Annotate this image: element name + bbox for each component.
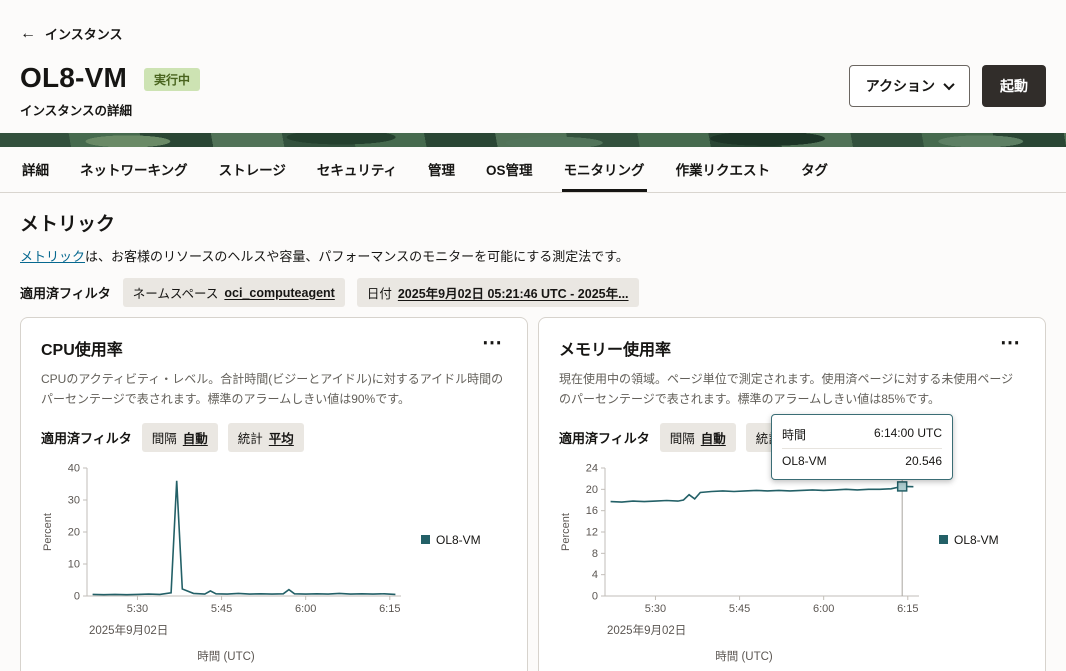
svg-text:6:00: 6:00 — [295, 603, 316, 615]
tab-details[interactable]: 詳細 — [20, 147, 51, 192]
svg-text:6:15: 6:15 — [897, 603, 918, 615]
svg-text:30: 30 — [68, 494, 80, 506]
svg-text:Percent: Percent — [42, 513, 54, 551]
back-arrow-icon: ← — [20, 26, 36, 42]
applied-filters-label: 適用済フィルタ — [41, 428, 132, 447]
applied-filters-row: 適用済フィルタ ネームスペース oci_computeagent 日付 2025… — [20, 278, 1046, 307]
svg-text:20: 20 — [586, 483, 598, 495]
svg-text:6:00: 6:00 — [813, 603, 834, 615]
svg-text:20: 20 — [68, 526, 80, 538]
tab-networking[interactable]: ネットワーキング — [78, 147, 190, 192]
svg-text:5:30: 5:30 — [645, 603, 666, 615]
legend-label: OL8-VM — [436, 533, 481, 547]
svg-text:5:45: 5:45 — [211, 603, 232, 615]
tooltip-row: 時間 6:14:00 UTC — [782, 421, 942, 448]
card-description: CPUのアクティビティ・レベル。合計時間(ビジーとアイドル)に対するアイドル時間… — [41, 370, 507, 410]
filter-chip-statistic[interactable]: 統計 平均 — [228, 423, 304, 452]
tooltip-row: OL8-VM 20.546 — [782, 448, 942, 473]
tooltip-label: 時間 — [782, 426, 806, 443]
back-button[interactable]: ← インスタンス — [20, 24, 122, 43]
chart-xaxis-label: 時間 (UTC) — [41, 648, 411, 664]
metrics-heading: メトリック — [20, 209, 1046, 236]
svg-text:5:45: 5:45 — [729, 603, 750, 615]
metric-card-cpu: CPU使用率 ⋯ CPUのアクティビティ・レベル。合計時間(ビジーとアイドル)に… — [20, 317, 528, 671]
filter-chip-date[interactable]: 日付 2025年9月02日 05:21:46 UTC - 2025年... — [357, 278, 639, 307]
legend-label: OL8-VM — [954, 533, 999, 547]
svg-text:5:30: 5:30 — [127, 603, 148, 615]
tooltip-label: OL8-VM — [782, 454, 827, 468]
actions-button[interactable]: アクション — [849, 65, 970, 107]
filter-chip-namespace[interactable]: ネームスペース oci_computeagent — [123, 278, 345, 307]
tab-security[interactable]: セキュリティ — [315, 147, 399, 192]
svg-text:12: 12 — [586, 526, 598, 538]
chart-tooltip: 時間 6:14:00 UTC OL8-VM 20.546 — [771, 414, 953, 480]
svg-text:8: 8 — [592, 547, 598, 559]
chart-date-label: 2025年9月02日 — [607, 622, 1025, 638]
tab-os-management[interactable]: OS管理 — [484, 147, 535, 192]
chip-value: 自動 — [183, 428, 208, 447]
tab-work-requests[interactable]: 作業リクエスト — [674, 147, 773, 192]
chip-label: 統計 — [238, 428, 263, 447]
metrics-intro: メトリックは、お客様のリソースのヘルスや容量、パフォーマンスのモニターを可能にす… — [20, 246, 1046, 265]
ellipsis-icon: ⋯ — [1000, 332, 1021, 354]
tab-tags[interactable]: タグ — [799, 147, 830, 192]
chart-legend: OL8-VM — [421, 533, 481, 547]
filter-chip-interval[interactable]: 間隔 自動 — [142, 423, 218, 452]
chip-value: 平均 — [269, 428, 294, 447]
chart-xaxis-label: 時間 (UTC) — [559, 648, 929, 664]
legend-swatch — [421, 535, 430, 544]
svg-text:6:15: 6:15 — [379, 603, 400, 615]
tab-storage[interactable]: ストレージ — [217, 147, 288, 192]
ellipsis-icon: ⋯ — [482, 332, 503, 354]
svg-text:24: 24 — [586, 462, 598, 474]
filter-chip-interval[interactable]: 間隔 自動 — [660, 423, 736, 452]
applied-filters-label: 適用済フィルタ — [559, 428, 650, 447]
card-title: メモリー使用率 — [559, 336, 671, 360]
svg-text:10: 10 — [68, 558, 80, 570]
page-title: OL8-VM — [20, 63, 132, 93]
svg-text:0: 0 — [592, 590, 598, 602]
chip-value: oci_computeagent — [224, 286, 334, 300]
chip-value: 自動 — [701, 428, 726, 447]
applied-filters-label: 適用済フィルタ — [20, 283, 111, 302]
svg-text:4: 4 — [592, 569, 598, 581]
svg-text:Percent: Percent — [560, 513, 572, 551]
svg-text:0: 0 — [74, 590, 80, 602]
card-menu-button[interactable]: ⋯ — [996, 336, 1025, 350]
card-description: 現在使用中の領域。ページ単位で測定されます。使用済ページに対する未使用ページのパ… — [559, 370, 1025, 410]
chip-label: 間隔 — [152, 428, 177, 447]
status-badge: 実行中 — [144, 68, 200, 91]
legend-swatch — [939, 535, 948, 544]
metrics-intro-text: は、お客様のリソースのヘルスや容量、パフォーマンスのモニターを可能にする測定法で… — [85, 249, 629, 264]
chart-legend: OL8-VM — [939, 533, 999, 547]
chevron-down-icon — [943, 79, 954, 90]
memory-utilization-chart[interactable]: 0 4 8 12 16 20 24 5:30 5:45 6:00 6:15 Percent — [559, 460, 929, 620]
svg-text:16: 16 — [586, 505, 598, 517]
card-menu-button[interactable]: ⋯ — [478, 336, 507, 350]
start-button[interactable]: 起動 — [982, 65, 1046, 107]
chart-date-label: 2025年9月02日 — [89, 622, 507, 638]
tab-bar: 詳細 ネットワーキング ストレージ セキュリティ 管理 OS管理 モニタリング … — [0, 147, 1066, 193]
tab-management[interactable]: 管理 — [426, 147, 457, 192]
metric-card-memory: メモリー使用率 ⋯ 現在使用中の領域。ページ単位で測定されます。使用済ページに対… — [538, 317, 1046, 671]
metrics-link[interactable]: メトリック — [20, 249, 85, 264]
chip-value: 2025年9月02日 05:21:46 UTC - 2025年... — [398, 283, 629, 302]
card-title: CPU使用率 — [41, 336, 123, 360]
tooltip-value: 20.546 — [905, 454, 942, 468]
page-subtitle: インスタンスの詳細 — [20, 100, 132, 119]
chip-label: 間隔 — [670, 428, 695, 447]
actions-button-label: アクション — [866, 76, 935, 96]
svg-text:40: 40 — [68, 462, 80, 474]
cpu-utilization-chart[interactable]: 0 10 20 30 40 5:30 5:45 6:00 6:15 Percent — [41, 460, 411, 620]
tab-monitoring[interactable]: モニタリング — [562, 147, 647, 192]
back-label: インスタンス — [45, 24, 122, 43]
chip-label: ネームスペース — [133, 283, 219, 302]
tooltip-value: 6:14:00 UTC — [874, 426, 942, 443]
page-header: ← インスタンス OL8-VM インスタンスの詳細 実行中 アクション 起動 — [0, 0, 1066, 133]
chip-label: 日付 — [367, 283, 392, 302]
decorative-banner-image — [0, 133, 1066, 147]
